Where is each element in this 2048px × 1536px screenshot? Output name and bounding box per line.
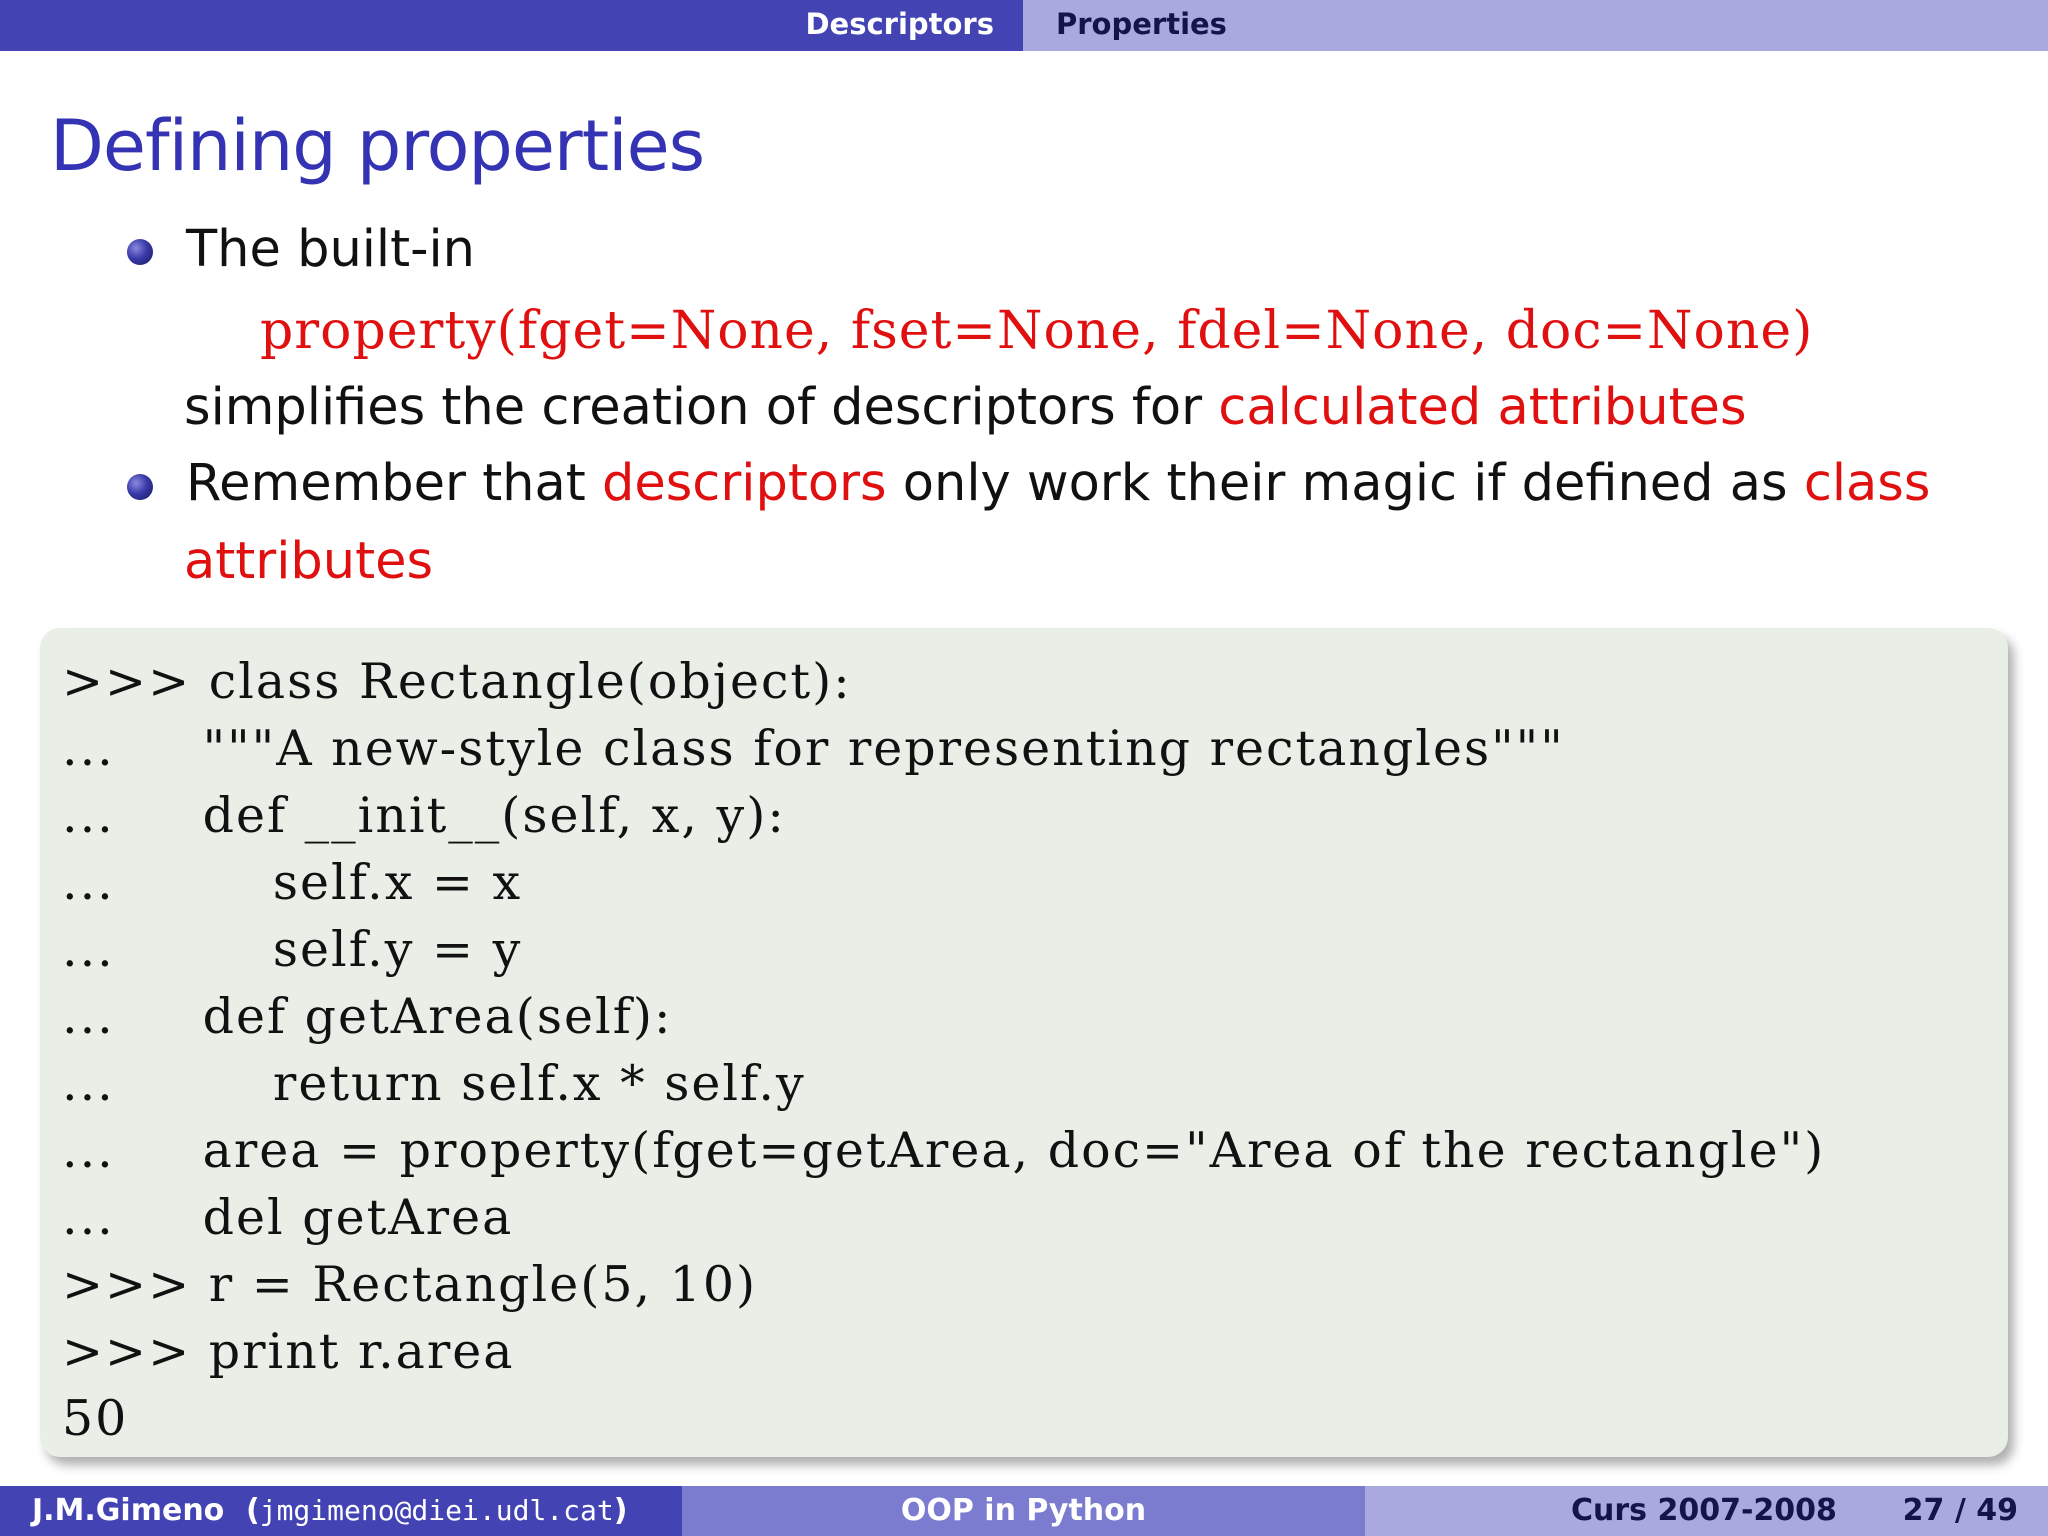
bullet1-highlight: calculated attributes [1218, 378, 1747, 437]
code-line: ... self.x = x [62, 854, 523, 911]
bullet1-code: property(fget=None, fset=None, fdel=None… [260, 301, 1814, 361]
bullet2-middle: only work their magic if defined as [886, 454, 1804, 513]
bullet2-highlight-class: class [1803, 454, 1931, 513]
footer-bar: J.M.Gimeno (jmgimeno@diei.udl.cat) OOP i… [0, 1486, 2048, 1536]
footer-title: OOP in Python [900, 1493, 1147, 1528]
footer-email-open: ( [246, 1493, 260, 1528]
footer-author-section: J.M.Gimeno (jmgimeno@diei.udl.cat) [0, 1486, 682, 1536]
code-line: ... area = property(fget=getArea, doc="A… [62, 1122, 1826, 1179]
bullet2-line1: Remember that descriptors only work thei… [186, 452, 1930, 516]
footer-email-close: ) [613, 1493, 628, 1528]
bullet-icon [127, 239, 153, 265]
footer-title-section: OOP in Python [682, 1486, 1365, 1536]
code-line: >>> class Rectangle(object): [62, 653, 852, 710]
bullet1-line3: simplifies the creation of descriptors f… [184, 376, 1747, 440]
footer-author: J.M.Gimeno [32, 1493, 225, 1528]
nav-section-descriptors[interactable]: Descriptors [805, 0, 994, 51]
code-line: ... def getArea(self): [62, 988, 673, 1045]
bullet1-line3-prefix: simplifies the creation of descriptors f… [184, 378, 1219, 437]
footer-page-number: 27 / 49 [1902, 1493, 2018, 1528]
bullet-icon [127, 474, 153, 500]
code-line: ... self.y = y [62, 921, 523, 978]
footer-course-section: Curs 2007-2008 27 / 49 [1365, 1486, 2048, 1536]
code-block: >>> class Rectangle(object): ... """A ne… [40, 628, 2008, 1457]
code-line: ... def __init__(self, x, y): [62, 787, 786, 844]
code-line: >>> r = Rectangle(5, 10) [62, 1256, 758, 1313]
bullet2-prefix: Remember that [186, 454, 602, 513]
slide-title: Defining properties [50, 105, 705, 187]
top-navigation-bar: Descriptors Properties [0, 0, 2048, 51]
code-line: >>> print r.area [62, 1323, 515, 1380]
nav-section-properties[interactable]: Properties [1056, 0, 1227, 51]
code-line: ... """A new-style class for representin… [62, 720, 1565, 777]
bullet2-line2: attributes [184, 532, 434, 591]
footer-email: jmgimeno@diei.udl.cat [259, 1494, 614, 1527]
bullet1-line1: The built-in [186, 220, 475, 279]
bullet2-highlight-descriptors: descriptors [601, 454, 887, 513]
footer-email-group: (jmgimeno@diei.udl.cat) [246, 1486, 627, 1536]
code-line: ... return self.x * self.y [62, 1055, 806, 1112]
footer-course: Curs 2007-2008 [1571, 1493, 1837, 1528]
code-line: ... del getArea [62, 1189, 514, 1246]
code-line: 50 [62, 1390, 129, 1447]
